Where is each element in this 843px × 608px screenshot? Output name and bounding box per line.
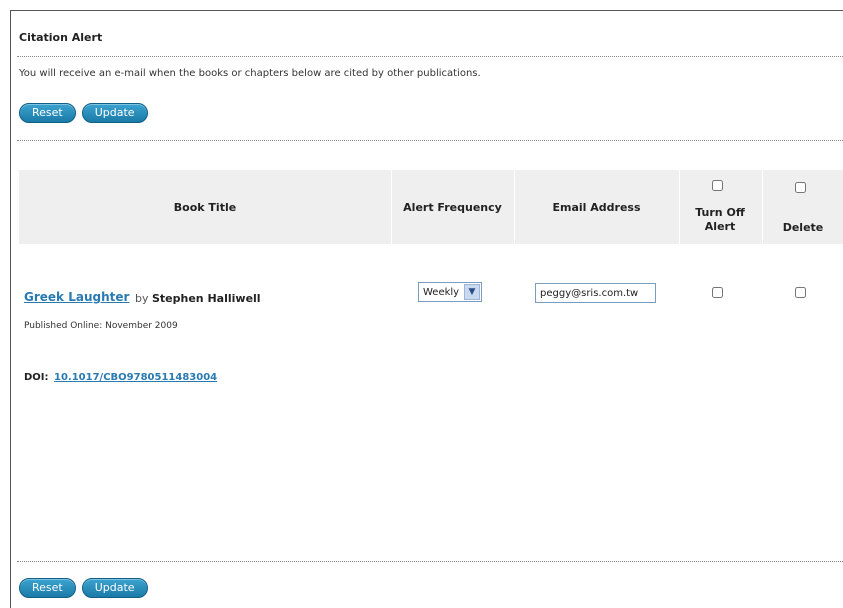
column-header-delete: Delete [782, 221, 824, 234]
book-by-text: by [135, 292, 149, 305]
divider [17, 561, 843, 562]
column-header-turn-off-alert: Turn Off Alert [695, 206, 745, 233]
alert-frequency-select[interactable]: Weekly ▼ [418, 282, 482, 302]
column-header-alert-frequency: Alert Frequency [403, 201, 502, 214]
intro-text: You will receive an e-mail when the book… [19, 68, 481, 79]
update-button[interactable]: Update [81, 578, 148, 598]
divider [17, 140, 843, 141]
published-date: Published Online: November 2009 [24, 321, 178, 331]
reset-button[interactable]: Reset [19, 103, 76, 123]
bottom-button-row: Reset Update [19, 578, 148, 598]
delete-all-checkbox[interactable] [795, 182, 806, 193]
column-header-email-address: Email Address [552, 201, 641, 214]
column-separator [679, 170, 680, 244]
update-button[interactable]: Update [81, 103, 148, 123]
doi-link[interactable]: 10.1017/CBO9780511483004 [54, 372, 217, 383]
book-author: Stephen Halliwell [152, 292, 261, 305]
page-title: Citation Alert [19, 31, 103, 44]
page-border-top [10, 10, 843, 11]
alert-frequency-value: Weekly [423, 286, 460, 298]
reset-button[interactable]: Reset [19, 578, 76, 598]
chevron-down-icon[interactable]: ▼ [464, 284, 480, 300]
doi-label: DOI: [24, 372, 49, 383]
page-border-left [10, 10, 11, 608]
email-address-input[interactable] [535, 283, 656, 303]
top-button-row: Reset Update [19, 103, 148, 123]
divider [17, 56, 843, 57]
column-header-book-title: Book Title [173, 201, 237, 214]
book-title-link[interactable]: Greek Laughter [24, 290, 129, 304]
delete-checkbox[interactable] [795, 287, 806, 298]
turn-off-alert-checkbox[interactable] [712, 287, 723, 298]
turn-off-alert-all-checkbox[interactable] [712, 180, 723, 191]
